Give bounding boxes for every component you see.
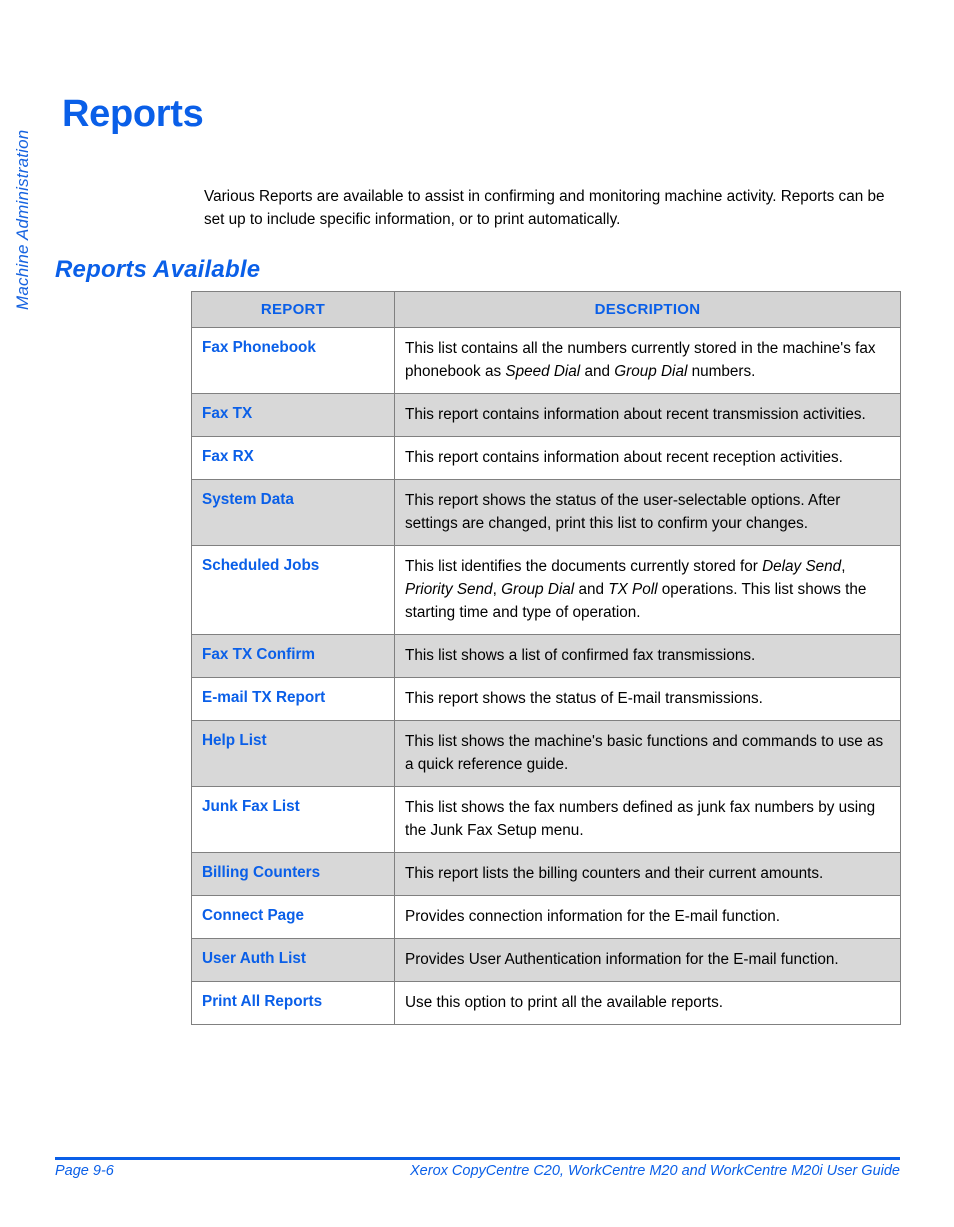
table-row: Fax Phonebook This list contains all the …	[191, 327, 901, 394]
table-row: Fax TX This report contains information a…	[191, 393, 901, 437]
report-description-cell: This report contains information about r…	[394, 393, 901, 437]
report-description-cell: This list shows the machine's basic func…	[394, 720, 901, 787]
report-description-cell: This list identifies the documents curre…	[394, 545, 901, 635]
report-name-cell: Fax TX Confirm	[191, 634, 395, 678]
table-row: E-mail TX Report This report shows the st…	[191, 677, 901, 721]
column-header-description: DESCRIPTION	[394, 291, 901, 328]
page-title: Reports	[62, 93, 204, 136]
report-name-cell: Scheduled Jobs	[191, 545, 395, 635]
footer-page-number: Page 9-6	[55, 1163, 114, 1179]
report-description-cell: Provides User Authentication information…	[394, 938, 901, 982]
report-name-cell: Junk Fax List	[191, 786, 395, 853]
report-name-cell: Print All Reports	[191, 981, 395, 1025]
footer-guide-title: Xerox CopyCentre C20, WorkCentre M20 and…	[410, 1163, 900, 1179]
table-row: Connect Page Provides connection informat…	[191, 895, 901, 939]
report-description-cell: This report contains information about r…	[394, 436, 901, 480]
report-name-cell: User Auth List	[191, 938, 395, 982]
table-row: User Auth List Provides User Authenticati…	[191, 938, 901, 982]
table-row: Junk Fax List This list shows the fax num…	[191, 786, 901, 853]
column-header-report: REPORT	[191, 291, 395, 328]
table-row: System Data This report shows the status …	[191, 479, 901, 546]
report-description-cell: This report shows the status of E-mail t…	[394, 677, 901, 721]
report-description-cell: This list shows a list of confirmed fax …	[394, 634, 901, 678]
report-name-cell: E-mail TX Report	[191, 677, 395, 721]
table-row: Fax TX Confirm This list shows a list of …	[191, 634, 901, 678]
report-description-cell: This list shows the fax numbers defined …	[394, 786, 901, 853]
report-name-cell: Connect Page	[191, 895, 395, 939]
report-description-cell: This report lists the billing counters a…	[394, 852, 901, 896]
chapter-side-tab: Machine Administration	[0, 60, 46, 310]
footer-divider	[55, 1157, 900, 1160]
table-header-row: REPORT DESCRIPTION	[191, 291, 901, 328]
page-footer: Page 9-6 Xerox CopyCentre C20, WorkCentr…	[55, 1163, 900, 1187]
report-name-cell: Fax Phonebook	[191, 327, 395, 394]
table-row: Fax RX This report contains information a…	[191, 436, 901, 480]
table-row: Help List This list shows the machine's b…	[191, 720, 901, 787]
report-name-cell: Fax RX	[191, 436, 395, 480]
report-description-cell: This list contains all the numbers curre…	[394, 327, 901, 394]
report-name-cell: System Data	[191, 479, 395, 546]
report-description-cell: Use this option to print all the availab…	[394, 981, 901, 1025]
table-header: REPORT DESCRIPTION	[191, 291, 901, 328]
intro-paragraph: Various Reports are available to assist …	[204, 188, 885, 229]
chapter-side-tab-label: Machine Administration	[13, 129, 32, 310]
table-row: Print All Reports Use this option to prin…	[191, 981, 901, 1025]
report-name-cell: Billing Counters	[191, 852, 395, 896]
reports-table: REPORT DESCRIPTION Fax Phonebook This lis…	[191, 291, 901, 1025]
report-name-cell: Fax TX	[191, 393, 395, 437]
report-description-cell: This report shows the status of the user…	[394, 479, 901, 546]
report-name-cell: Help List	[191, 720, 395, 787]
table-body: Fax Phonebook This list contains all the …	[191, 327, 901, 1025]
table-row: Billing Counters This report lists the bi…	[191, 852, 901, 896]
report-description-cell: Provides connection information for the …	[394, 895, 901, 939]
table-row: Scheduled Jobs This list identifies the d…	[191, 545, 901, 635]
section-heading: Reports Available	[55, 255, 261, 283]
